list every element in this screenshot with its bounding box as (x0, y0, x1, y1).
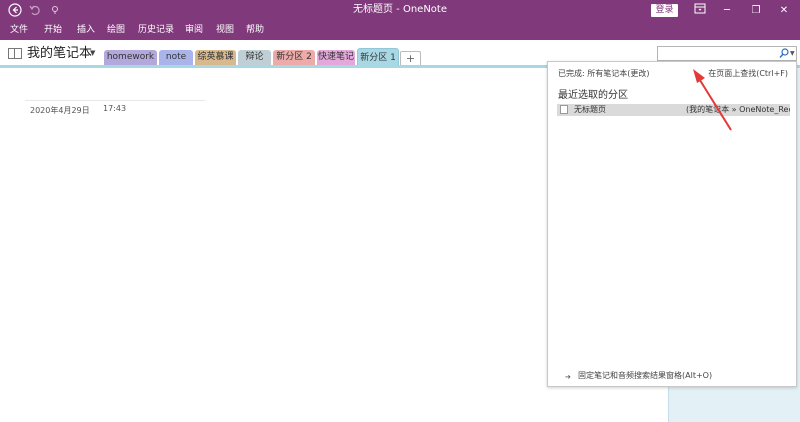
menu-draw[interactable]: 绘图 (107, 24, 125, 37)
add-section-button[interactable]: + (400, 51, 421, 65)
title-bar: 无标题页 - OneNote 登录 ─ ❐ ✕ (0, 0, 800, 21)
menu-help[interactable]: 帮助 (246, 24, 264, 37)
page-time: 17:43 (103, 104, 127, 113)
menu-insert[interactable]: 插入 (77, 24, 95, 37)
onenote-window: 无标题页 - OneNote 登录 ─ ❐ ✕ 文件 开始 插入 绘图 历史记录… (0, 0, 800, 422)
login-button[interactable]: 登录 (651, 4, 678, 17)
menu-history[interactable]: 历史记录 (138, 24, 174, 37)
menu-file[interactable]: 文件 (10, 24, 28, 37)
close-button[interactable]: ✕ (774, 3, 794, 18)
search-results-pane: 已完成: 所有笔记本(更改) 在页面上查找(Ctrl+F) 最近选取的分区 无标… (547, 61, 797, 387)
chevron-down-icon[interactable]: ▼ (90, 49, 95, 57)
notebook-selector[interactable]: 我的笔记本 (27, 46, 92, 61)
maximize-button[interactable]: ❐ (746, 3, 766, 18)
search-box[interactable]: ▼ (657, 46, 797, 61)
tab-debate[interactable]: 辩论 (238, 50, 271, 65)
pin-icon[interactable]: ➔ (565, 372, 571, 382)
tab-homework[interactable]: homework (104, 50, 157, 65)
page-date: 2020年4月29日 (30, 106, 90, 115)
ribbon-display-icon[interactable] (690, 3, 710, 18)
tab-quick-notes[interactable]: 快速笔记 (317, 50, 355, 65)
tab-new-section-1[interactable]: 新分区 1 (357, 48, 399, 66)
tab-note[interactable]: note (159, 50, 193, 65)
chevron-down-icon[interactable]: ▼ (790, 48, 796, 59)
minimize-button[interactable]: ─ (717, 3, 737, 18)
search-input[interactable] (660, 48, 776, 59)
tab-english-mooc[interactable]: 综英慕课 (195, 50, 236, 65)
search-scope-link[interactable]: 已完成: 所有笔记本(更改) (558, 69, 649, 79)
menu-view[interactable]: 视图 (216, 24, 234, 37)
page-title-underline (25, 100, 205, 101)
tab-new-section-2[interactable]: 新分区 2 (273, 50, 315, 65)
search-result-name: 无标题页 (574, 105, 606, 114)
search-icon[interactable] (779, 48, 789, 59)
page-icon (560, 105, 568, 114)
notebook-icon (8, 48, 22, 59)
search-result-path: (我的笔记本 » OneNote_RecycleBin) (686, 105, 790, 114)
search-result-row[interactable]: 无标题页 (我的笔记本 » OneNote_RecycleBin) (557, 104, 790, 116)
menu-bar: 文件 开始 插入 绘图 历史记录 审阅 视图 帮助 (0, 21, 800, 40)
find-on-page-link[interactable]: 在页面上查找(Ctrl+F) (708, 69, 788, 79)
pin-results-link[interactable]: 固定笔记和音频搜索结果窗格(Alt+O) (578, 371, 712, 381)
recent-sections-heading: 最近选取的分区 (558, 90, 628, 101)
menu-home[interactable]: 开始 (44, 24, 62, 37)
menu-review[interactable]: 审阅 (185, 24, 203, 37)
window-title: 无标题页 - OneNote (353, 4, 447, 15)
